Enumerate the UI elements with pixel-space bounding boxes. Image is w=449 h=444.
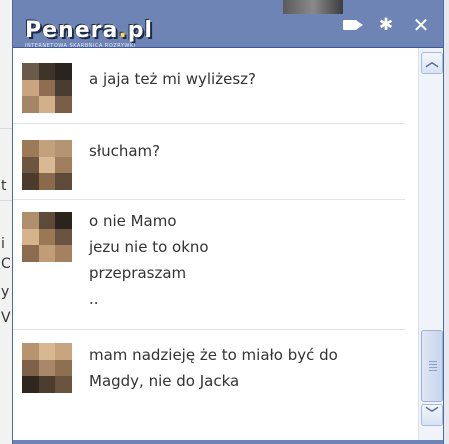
- background-text-fragment: i: [1, 236, 5, 252]
- avatar[interactable]: [22, 63, 72, 113]
- message-item: o nie Mamo jezu nie to okno przepraszam …: [13, 200, 405, 330]
- message-text: słucham?: [89, 142, 161, 160]
- background-text-fragment: V: [1, 310, 11, 326]
- background-text-fragment: C: [1, 256, 11, 272]
- scroll-up-button[interactable]: ︿: [421, 52, 443, 74]
- scroll-thumb[interactable]: [421, 330, 443, 402]
- message-scrollbar[interactable]: ︿ ﹀: [418, 48, 443, 444]
- background-page-right: [444, 0, 449, 444]
- background-photo-strip: [283, 0, 343, 14]
- chat-titlebar[interactable]: Penera.pl INTERNETOWA SKARBNICA ROZRYWKI…: [13, 0, 443, 50]
- avatar[interactable]: [22, 140, 72, 190]
- message-item: mam nadzieję że to miało być do Magdy, n…: [13, 330, 405, 420]
- avatar[interactable]: [22, 212, 72, 262]
- message-text: a jaja też mi wyliżesz?: [89, 70, 256, 88]
- background-text-fragment: y: [1, 284, 10, 300]
- chat-window: Penera.pl INTERNETOWA SKARBNICA ROZRYWKI…: [12, 0, 444, 444]
- background-divider: [0, 128, 12, 129]
- watermark-logo-text: Penera.pl: [25, 18, 153, 43]
- message-item: a jaja też mi wyliżesz?: [13, 52, 405, 124]
- message-text: o nie Mamo jezu nie to okno przepraszam …: [89, 212, 209, 308]
- message-text: mam nadzieję że to miało być do Magdy, n…: [89, 346, 338, 390]
- gear-icon[interactable]: ✱: [375, 14, 397, 36]
- message-list: a jaja też mi wyliżesz? słucham? o nie M…: [13, 48, 418, 444]
- message-item: słucham?: [13, 124, 405, 200]
- background-divider: [0, 200, 12, 201]
- background-page-left: t i C y V: [0, 0, 12, 444]
- scroll-down-button[interactable]: ﹀: [421, 404, 443, 426]
- watermark-logo: Penera.pl INTERNETOWA SKARBNICA ROZRYWKI: [25, 18, 153, 50]
- video-call-icon[interactable]: [339, 14, 361, 36]
- chat-bottom-border: [13, 440, 443, 444]
- avatar[interactable]: [22, 343, 72, 393]
- close-icon[interactable]: ✕: [410, 14, 432, 36]
- background-text-fragment: t: [1, 178, 7, 194]
